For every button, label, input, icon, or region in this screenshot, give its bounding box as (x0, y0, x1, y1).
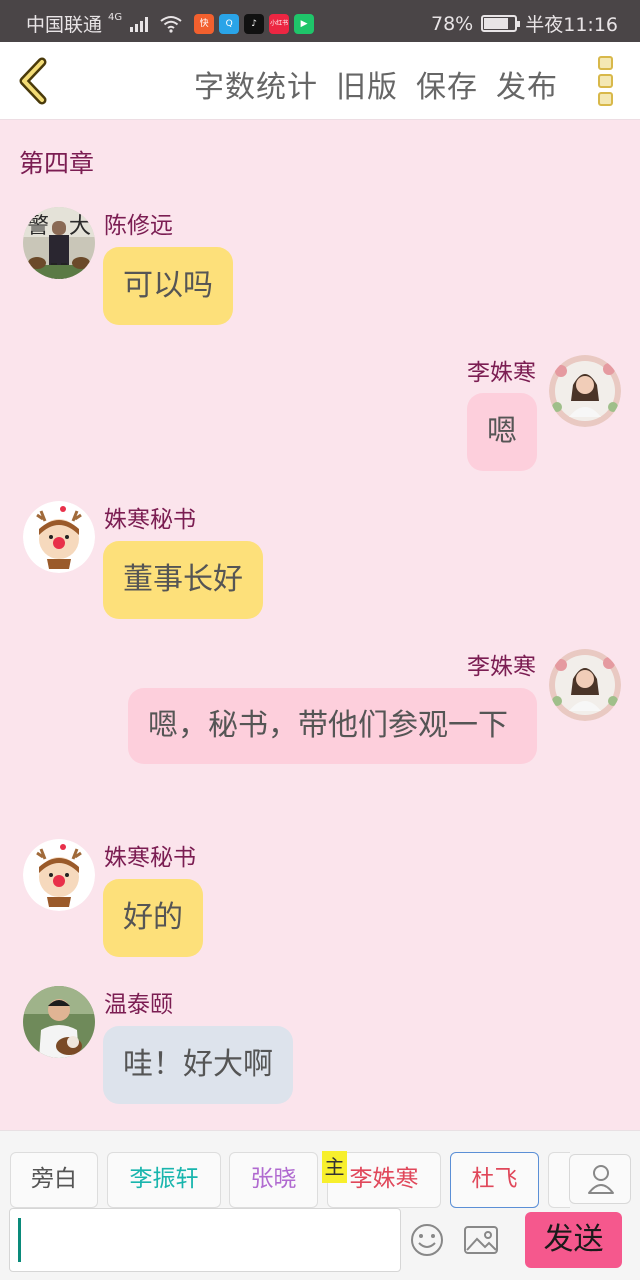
save-button[interactable]: 保存 (416, 62, 478, 106)
avatar[interactable] (23, 986, 95, 1058)
role-selector: 旁白 李振轩 张晓 李姝寒 杜飞 (10, 1152, 570, 1208)
role-chip-du-fei[interactable]: 杜飞 (450, 1152, 539, 1208)
speaker-name: 李姝寒 (467, 360, 536, 386)
word-count-button[interactable]: 字数统计 (194, 62, 318, 106)
add-role-button[interactable] (569, 1154, 631, 1204)
tiktok-app-icon: ♪ (244, 13, 265, 34)
role-chip-partial[interactable] (548, 1152, 570, 1208)
emoji-button[interactable] (409, 1222, 445, 1258)
avatar[interactable]: 警犬 (23, 207, 95, 279)
speaker-name: 姝寒秘书 (104, 845, 196, 871)
message-bubble[interactable]: 哇！好大啊 (103, 1026, 293, 1104)
send-button[interactable]: 发送 (525, 1212, 622, 1268)
chapter-title: 第四章 (19, 149, 95, 178)
xiaohongshu-app-icon: 小红书 (269, 13, 290, 34)
top-toolbar: 字数统计 旧版 保存 发布 (0, 42, 640, 120)
avatar[interactable] (23, 839, 95, 911)
qq-browser-app-icon: Q (219, 13, 240, 34)
message-bubble[interactable]: 可以吗 (103, 247, 233, 325)
message-bubble[interactable]: 嗯，秘书，带他们参观一下 (128, 688, 537, 764)
signal-icon (130, 16, 149, 32)
network-type: 4G (108, 12, 123, 23)
battery-percent: 78% (431, 12, 474, 35)
speaker-name: 陈修远 (104, 213, 173, 239)
avatar[interactable] (549, 355, 621, 427)
avatar[interactable] (23, 501, 95, 573)
speaker-name: 温泰颐 (104, 992, 173, 1018)
role-chip-narrator[interactable]: 旁白 (10, 1152, 98, 1208)
back-button[interactable] (14, 56, 58, 106)
message-input[interactable] (9, 1208, 401, 1272)
more-menu-button[interactable] (598, 56, 616, 106)
image-icon (464, 1226, 498, 1254)
speaker-name: 姝寒秘书 (104, 507, 196, 533)
message-bubble[interactable]: 董事长好 (103, 541, 263, 619)
smiley-icon (411, 1224, 443, 1256)
wifi-icon (160, 15, 182, 33)
avatar[interactable] (549, 649, 621, 721)
publish-button[interactable]: 发布 (496, 62, 558, 106)
text-caret (18, 1218, 21, 1262)
role-chip-li-zhenxuan[interactable]: 李振轩 (107, 1152, 221, 1208)
message-bubble[interactable]: 嗯 (467, 393, 537, 471)
person-icon (588, 1165, 614, 1194)
message-bubble[interactable]: 好的 (103, 879, 203, 957)
carrier-label: 中国联通 (26, 14, 103, 36)
role-chip-zhang-xiao[interactable]: 张晓 (229, 1152, 318, 1208)
clock: 半夜11:16 (525, 14, 618, 36)
old-version-button[interactable]: 旧版 (336, 62, 398, 106)
kuaishou-app-icon: 快 (194, 13, 215, 34)
svg-text:犬: 犬 (69, 214, 91, 239)
battery-icon (481, 15, 521, 32)
chevron-left-icon (19, 57, 47, 105)
image-button[interactable] (463, 1224, 499, 1256)
status-bar: 中国联通 4G 快 Q ♪ 小红书 ▶ 78% 半夜11:16 (0, 0, 640, 42)
svg-text:警: 警 (27, 214, 49, 239)
main-role-badge: 主 (322, 1151, 347, 1183)
video-app-icon: ▶ (294, 13, 315, 34)
speaker-name: 李姝寒 (467, 654, 536, 680)
